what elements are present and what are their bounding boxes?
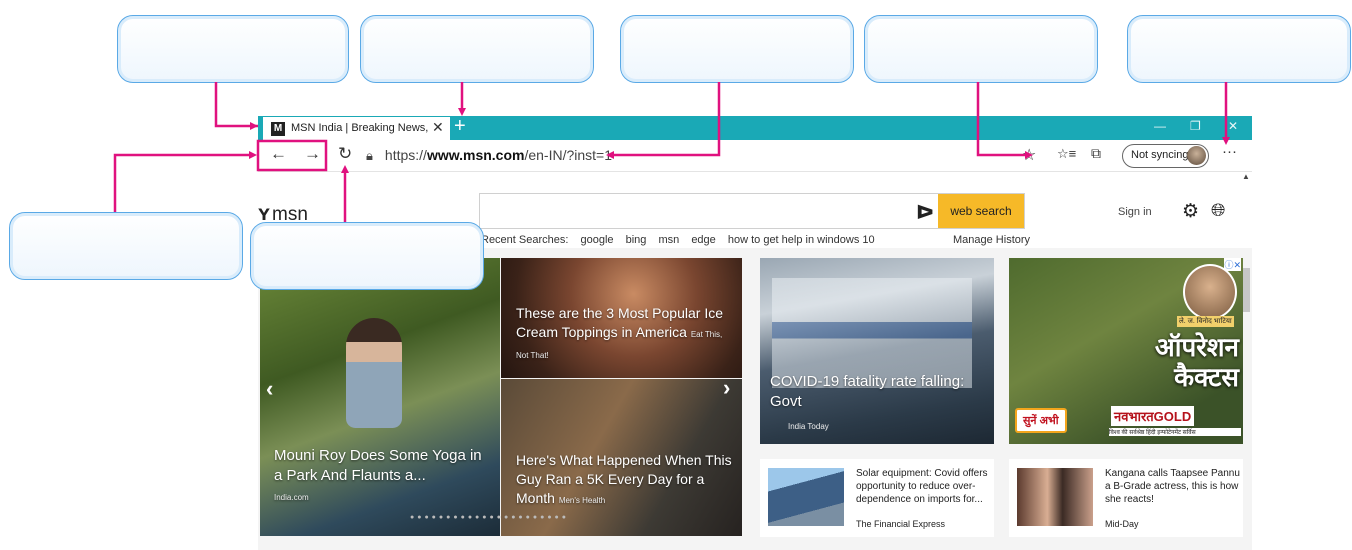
recent-search-item[interactable]: bing xyxy=(626,234,647,246)
covid-caption: COVID-19 fatality rate falling: Govt xyxy=(770,373,965,410)
favorite-star-icon[interactable]: ☆ xyxy=(1022,145,1036,165)
callout-box-address xyxy=(620,15,854,83)
solar-publisher: The Financial Express xyxy=(856,519,946,529)
carousel-top-image[interactable]: These are the 3 Most Popular Ice Cream T… xyxy=(501,258,742,378)
carousel-pagination[interactable]: ●●●●●●●●●●●●●●●●●●●●●● xyxy=(410,514,569,521)
url-path: /en-IN/?inst=1 xyxy=(524,147,613,163)
ad-badge[interactable]: ⓘ✕ xyxy=(1224,258,1241,271)
tab-msn[interactable]: M MSN India | Breaking News, Ente ✕ xyxy=(258,117,450,140)
ad-listen-button[interactable]: सुनें अभी xyxy=(1015,408,1067,433)
main-caption-text: Mouni Roy Does Some Yoga in a Park And F… xyxy=(274,447,482,484)
browser-window: M MSN India | Breaking News, Ente ✕ + — … xyxy=(258,116,1252,550)
back-button[interactable]: ← xyxy=(270,144,287,164)
tab-close-icon[interactable]: ✕ xyxy=(432,119,444,136)
refresh-button[interactable]: ↻ xyxy=(338,144,352,164)
recent-searches: Recent Searches: google bing msn edge ho… xyxy=(481,234,884,246)
tab-bar: M MSN India | Breaking News, Ente ✕ + — … xyxy=(258,116,1252,140)
sync-profile-button[interactable]: Not syncing xyxy=(1122,144,1209,168)
more-menu-icon[interactable]: ··· xyxy=(1222,143,1237,160)
minimize-icon[interactable]: — xyxy=(1154,119,1166,133)
main-source: India.com xyxy=(274,493,309,502)
new-tab-button[interactable]: + xyxy=(454,116,466,138)
callout-box-new-tab xyxy=(360,15,594,83)
covid-source: India Today xyxy=(788,422,829,431)
globe-icon[interactable]: 🌐︎ xyxy=(1211,200,1225,221)
manage-history-link[interactable]: Manage History xyxy=(953,234,1030,246)
tab-title: MSN India | Breaking News, Ente xyxy=(291,122,428,134)
bottom-caption-text: Here's What Happened When This Guy Ran a… xyxy=(516,452,732,506)
restore-icon[interactable]: ❐ xyxy=(1190,119,1201,133)
top-caption: These are the 3 Most Popular Ice Cream T… xyxy=(516,304,736,365)
tab-accent xyxy=(258,117,263,140)
bing-icon: ᐅ xyxy=(916,202,935,224)
news-card-kangana[interactable]: Kangana calls Taapsee Pannu a B-Grade ac… xyxy=(1009,459,1243,537)
callout-box-favorite xyxy=(864,15,1098,83)
sync-label: Not syncing xyxy=(1131,149,1189,161)
covid-news-card[interactable]: COVID-19 fatality rate falling: Govt Ind… xyxy=(760,258,994,444)
sign-in-link[interactable]: Sign in xyxy=(1118,206,1152,218)
recent-search-item[interactable]: google xyxy=(581,234,614,246)
gear-icon[interactable]: ⚙ xyxy=(1182,200,1199,223)
ad-brand: नवभारतGOLD xyxy=(1111,406,1195,426)
recent-search-item[interactable]: edge xyxy=(691,234,715,246)
favorites-icon[interactable]: ☆≡ xyxy=(1057,146,1076,162)
kangana-headline: Kangana calls Taapsee Pannu a B-Grade ac… xyxy=(1105,468,1240,505)
callout-box-navigation xyxy=(9,212,243,280)
search-input[interactable]: ᐅ web search xyxy=(479,193,1025,229)
solar-thumbnail xyxy=(768,468,844,526)
avatar xyxy=(1187,146,1206,165)
recent-search-item[interactable]: msn xyxy=(658,234,679,246)
kangana-publisher: Mid-Day xyxy=(1105,519,1139,529)
kangana-thumbnail xyxy=(1017,468,1093,526)
ad-name-tag: ले. ज. विनोद भाटिया xyxy=(1177,316,1234,327)
callout-box-menu xyxy=(1127,15,1351,83)
carousel-bottom-image[interactable]: Here's What Happened When This Guy Ran a… xyxy=(501,379,742,536)
forward-button[interactable]: → xyxy=(304,144,321,164)
web-search-button[interactable]: web search xyxy=(938,194,1024,228)
news-card-solar[interactable]: Solar equipment: Covid offers opportunit… xyxy=(760,459,994,537)
main-caption: Mouni Roy Does Some Yoga in a Park And F… xyxy=(274,446,494,508)
ad-headline: ऑपरेशन कैक्टस xyxy=(1154,332,1239,392)
window-close-icon[interactable]: ✕ xyxy=(1228,119,1238,133)
recent-search-item[interactable]: how to get help in windows 10 xyxy=(728,234,875,246)
scrollbar-up-arrow[interactable]: ▲ xyxy=(1242,172,1250,181)
ad-portrait xyxy=(1183,264,1237,320)
url-prefix: https:// xyxy=(384,147,427,163)
bottom-source: Men's Health xyxy=(558,496,606,505)
carousel-main-image[interactable]: Mouni Roy Does Some Yoga in a Park And F… xyxy=(260,258,500,536)
callout-box-refresh xyxy=(250,222,484,290)
solar-headline: Solar equipment: Covid offers opportunit… xyxy=(856,468,988,505)
lock-icon: 🔒︎ xyxy=(366,148,373,163)
carousel-prev-button[interactable]: ‹ xyxy=(266,376,273,402)
bottom-caption: Here's What Happened When This Guy Ran a… xyxy=(516,451,738,510)
msn-favicon-icon: M xyxy=(271,122,285,136)
collections-icon[interactable]: ⧉ xyxy=(1091,145,1101,162)
url-domain: www.msn.com xyxy=(426,147,525,163)
callout-box-tab xyxy=(117,15,349,83)
scrollbar-thumb[interactable] xyxy=(1242,268,1250,312)
carousel-next-button[interactable]: › xyxy=(723,379,730,401)
yoga-figure xyxy=(346,318,402,428)
recent-searches-label: Recent Searches: xyxy=(481,234,569,246)
address-bar[interactable]: 🔒︎ https://www.msn.com/en-IN/?inst=1 xyxy=(366,147,612,164)
browser-toolbar: ← → ↻ 🔒︎ https://www.msn.com/en-IN/?inst=… xyxy=(258,140,1252,172)
advertisement-card[interactable]: ⓘ✕ ले. ज. विनोद भाटिया ऑपरेशन कैक्टस सुन… xyxy=(1009,258,1243,444)
ad-tagline: विश्व की सर्वश्रेष्ठ हिंदी इन्फोटेनमेंट … xyxy=(1109,428,1241,436)
